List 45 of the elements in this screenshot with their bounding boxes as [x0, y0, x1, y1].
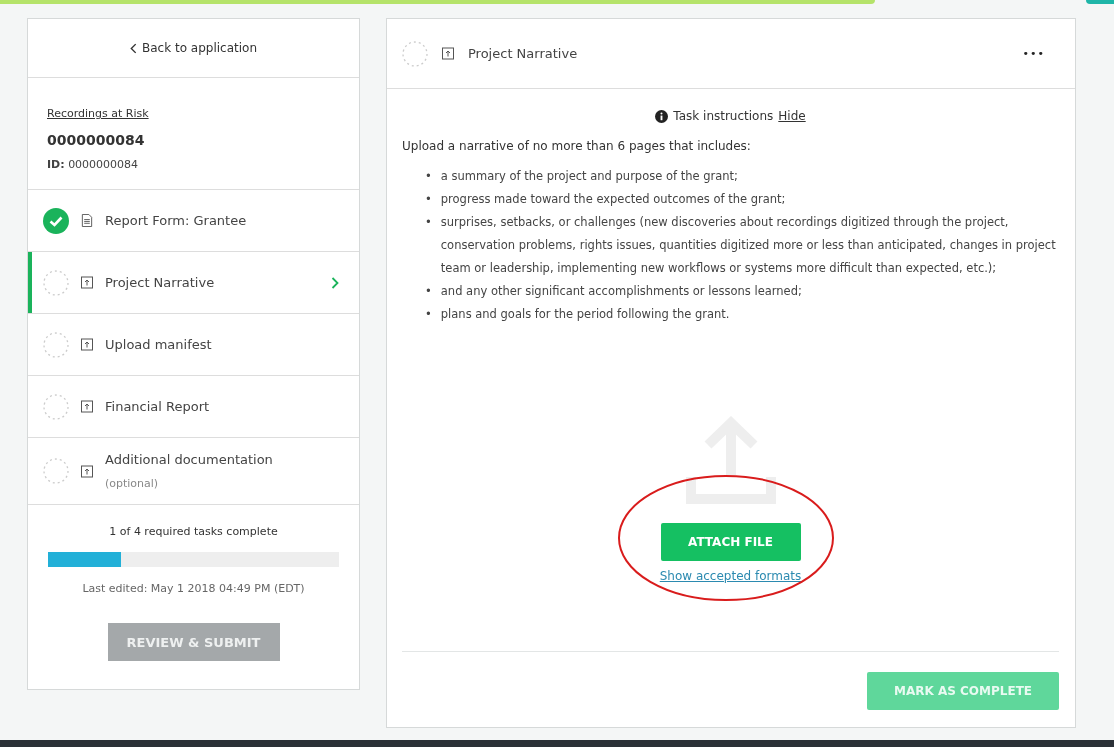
bullet-marker: • — [425, 283, 432, 300]
instruction-bullet: progress made toward the expected outcomes of the grant; — [440, 191, 786, 208]
task-item[interactable]: Additional documentation (optional) — [28, 438, 359, 505]
task-label: Report Form: Grantee — [105, 213, 248, 228]
instructions-label: Task instructions — [673, 109, 774, 123]
task-label: Additional documentation — [105, 452, 274, 467]
instruction-bullet: and any other significant accomplishments or lessons learned; — [440, 283, 802, 300]
upload-icon — [81, 464, 93, 478]
task-item[interactable]: Project Narrative — [28, 252, 359, 314]
program-link[interactable]: Recordings at Risk — [47, 107, 149, 120]
document-icon — [81, 214, 93, 227]
chevron-left-icon[interactable] — [130, 42, 137, 54]
hide-link[interactable]: Hide — [778, 109, 806, 123]
progress-text: 1 of 4 required tasks complete — [109, 525, 278, 538]
bullet-marker: • — [425, 306, 432, 323]
task-label: Upload manifest — [105, 337, 213, 352]
upload-icon — [81, 338, 93, 351]
instruction-bullet: surprises, setbacks, or challenges (new discoveries about recordings digitized through the project, conservation problems, rights issues, quantities digitized more or less than anticipated, changes in project team or leadership, implementing new workflows or systems more difficult than expected, etc.); — [440, 214, 1057, 277]
chevron-right-icon — [331, 276, 339, 289]
task-item[interactable]: Report Form: Grantee — [28, 190, 359, 252]
upload-icon — [442, 47, 454, 60]
id-value: 0000000084 — [68, 158, 139, 171]
instructions-intro: Upload a narrative of no more than 6 pages that includes: — [402, 139, 752, 153]
instruction-bullet: plans and goals for the period following the grant. — [440, 306, 730, 323]
upload-icon — [81, 276, 93, 289]
back-link[interactable]: Back to application — [142, 41, 257, 55]
upload-icon — [81, 400, 93, 413]
instruction-bullet: a summary of the project and purpose of the grant; — [440, 168, 738, 185]
panel-title: Project Narrative — [468, 46, 579, 61]
id-label: ID: — [47, 158, 65, 171]
upload-arrow-icon — [685, 415, 776, 505]
task-note: (optional) — [105, 477, 160, 490]
task-label: Project Narrative — [105, 275, 216, 290]
bullet-marker: • — [425, 191, 432, 208]
task-item[interactable]: Financial Report — [28, 376, 359, 438]
accepted-formats-link[interactable]: Show accepted formats — [659, 569, 802, 583]
info-icon — [655, 109, 669, 123]
task-label: Financial Report — [105, 399, 211, 414]
task-item[interactable]: Upload manifest — [28, 314, 359, 376]
corner-accent — [1086, 0, 1114, 4]
more-menu-button[interactable]: ••• — [1022, 47, 1045, 60]
record-number: 0000000084 — [47, 132, 146, 148]
bullet-marker: • — [425, 214, 432, 231]
bullet-marker: • — [425, 168, 432, 185]
last-edited-text: Last edited: May 1 2018 04:49 PM (EDT) — [82, 582, 305, 595]
